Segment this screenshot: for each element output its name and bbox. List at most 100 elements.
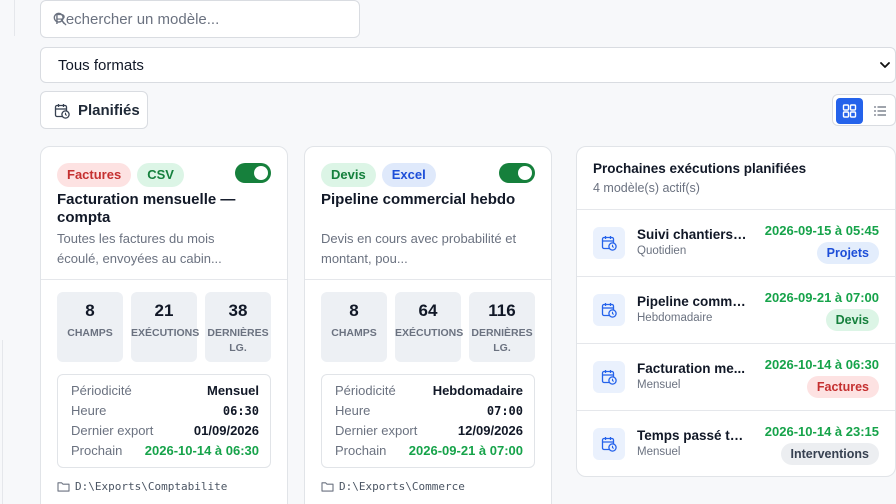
detail-value: Hebdomadaire (432, 383, 523, 398)
stat-value: 64 (418, 301, 438, 320)
run-name: Facturation me... (637, 361, 746, 376)
folder-icon (57, 482, 70, 492)
detail-label: Prochain (335, 443, 387, 458)
scheduled-filter-button[interactable]: Planifiés (40, 91, 148, 129)
run-frequency: Mensuel (637, 379, 681, 391)
detail-time: Heure 07:00 (335, 401, 523, 421)
upcoming-run-item[interactable]: Suivi chantiers ... Quotidien 2026-09-15… (577, 209, 895, 276)
upcoming-runs-panel: Prochaines exécutions planifiées 4 modèl… (576, 146, 896, 477)
stat-label: DERNIÈRES LG. (207, 327, 269, 354)
stat-value: 21 (154, 301, 174, 320)
view-mode-toggle (832, 94, 896, 126)
run-date: 2026-09-21 à 07:00 (764, 290, 879, 305)
stat-value: 8 (85, 301, 95, 320)
stat-label: CHAMPS (67, 327, 113, 339)
detail-label: Heure (335, 403, 371, 418)
export-path-text: D:\Exports\Commerce (339, 480, 465, 493)
category-badge: Factures (806, 376, 879, 398)
stat-last-lines: 38 DERNIÈRES LG. (205, 292, 271, 362)
run-date: 2026-10-14 à 06:30 (764, 357, 879, 372)
run-date: 2026-09-15 à 05:45 (764, 223, 879, 238)
run-frequency: Hebdomadaire (637, 312, 713, 324)
format-filter-select[interactable]: Tous formats (40, 47, 896, 83)
stat-fields: 8 CHAMPS (321, 292, 387, 362)
grid-view-button[interactable] (836, 98, 863, 124)
chevron-down-icon (880, 62, 890, 68)
category-badge: Projets (816, 242, 879, 264)
detail-label: Périodicité (335, 383, 396, 398)
detail-value: Mensuel (206, 383, 259, 398)
search-input[interactable] (55, 9, 345, 29)
upcoming-run-item[interactable]: Temps passé te... Mensuel 2026-10-14 à 2… (577, 410, 895, 476)
detail-time: Heure 06:30 (71, 401, 259, 421)
run-date: 2026-10-14 à 23:15 (764, 424, 879, 439)
detail-periodicity: Périodicité Mensuel (71, 381, 259, 401)
card-title: Pipeline commercial hebdo (321, 191, 516, 208)
schedule-details: Périodicité Mensuel Heure 06:30 Dernier … (57, 374, 271, 468)
card-description: Toutes les factures du mois écoulé, envo… (57, 231, 222, 266)
card-divider (305, 279, 551, 280)
enabled-toggle[interactable] (499, 163, 535, 183)
schedule-details: Périodicité Hebdomadaire Heure 07:00 Der… (321, 374, 535, 468)
folder-icon (321, 482, 334, 492)
detail-value: 12/09/2026 (457, 423, 523, 438)
list-view-button[interactable] (867, 98, 894, 124)
detail-next-run: Prochain 2026-09-21 à 07:00 (335, 441, 523, 461)
card-divider (41, 279, 287, 280)
calendar-clock-icon (54, 104, 70, 119)
detail-label: Dernier export (335, 423, 418, 438)
detail-next-run: Prochain 2026-10-14 à 06:30 (71, 441, 259, 461)
format-tag: Excel (381, 163, 436, 187)
run-frequency: Mensuel (637, 446, 681, 458)
run-name: Suivi chantiers ... (637, 227, 747, 242)
template-card[interactable]: Factures CSV Facturation mensuelle — com… (40, 146, 288, 504)
detail-periodicity: Périodicité Hebdomadaire (335, 381, 523, 401)
grid-icon (842, 104, 857, 118)
panel-title: Prochaines exécutions planifiées (593, 161, 807, 176)
detail-last-export: Dernier export 01/09/2026 (71, 421, 259, 441)
stat-value: 8 (349, 301, 359, 320)
list-icon (874, 106, 886, 116)
stat-last-lines: 116 DERNIÈRES LG. (469, 292, 535, 362)
format-filter-value: Tous formats (58, 57, 144, 74)
category-badge: Interventions (780, 443, 879, 465)
run-name: Temps passé te... (637, 428, 747, 443)
stat-label: EXÉCUTIONS (131, 327, 200, 339)
export-path: D:\Exports\Commerce (321, 480, 465, 493)
scheduled-filter-label: Planifiés (78, 102, 140, 119)
stat-label: DERNIÈRES LG. (471, 327, 533, 354)
category-badge: Devis (825, 309, 879, 331)
panel-subtitle: 4 modèle(s) actif(s) (593, 181, 700, 195)
search-box[interactable] (40, 0, 360, 38)
stat-value: 38 (228, 301, 248, 320)
enabled-toggle[interactable] (235, 163, 271, 183)
card-tags: Factures CSV (57, 163, 184, 187)
category-tag: Factures (57, 163, 132, 187)
stat-label: EXÉCUTIONS (395, 327, 464, 339)
run-frequency: Quotidien (637, 245, 687, 257)
card-description: Devis en cours avec probabilité et monta… (321, 231, 517, 266)
detail-value: 06:30 (222, 404, 259, 418)
calendar-clock-icon (593, 227, 625, 259)
detail-value: 2026-09-21 à 07:00 (408, 443, 523, 458)
calendar-clock-icon (593, 361, 625, 393)
category-tag: Devis (321, 163, 376, 187)
detail-last-export: Dernier export 12/09/2026 (335, 421, 523, 441)
calendar-clock-icon (593, 294, 625, 326)
card-stats: 8 CHAMPS 64 EXÉCUTIONS 116 DERNIÈRES LG. (321, 292, 535, 362)
left-panel-edge (0, 340, 3, 504)
stat-value: 116 (488, 301, 516, 320)
template-card[interactable]: Devis Excel Pipeline commercial hebdo De… (304, 146, 552, 504)
upcoming-run-item[interactable]: Facturation me... Mensuel 2026-10-14 à 0… (577, 343, 895, 410)
format-tag: CSV (137, 163, 184, 187)
detail-value: 01/09/2026 (193, 423, 259, 438)
detail-label: Prochain (71, 443, 123, 458)
card-title: Facturation mensuelle — compta (57, 191, 236, 226)
upcoming-run-item[interactable]: Pipeline comme... Hebdomadaire 2026-09-2… (577, 276, 895, 343)
card-stats: 8 CHAMPS 21 EXÉCUTIONS 38 DERNIÈRES LG. (57, 292, 271, 362)
detail-label: Heure (71, 403, 107, 418)
detail-label: Dernier export (71, 423, 154, 438)
calendar-clock-icon (593, 428, 625, 460)
export-path: D:\Exports\Comptabilite (57, 480, 227, 493)
detail-value: 2026-10-14 à 06:30 (144, 443, 259, 458)
